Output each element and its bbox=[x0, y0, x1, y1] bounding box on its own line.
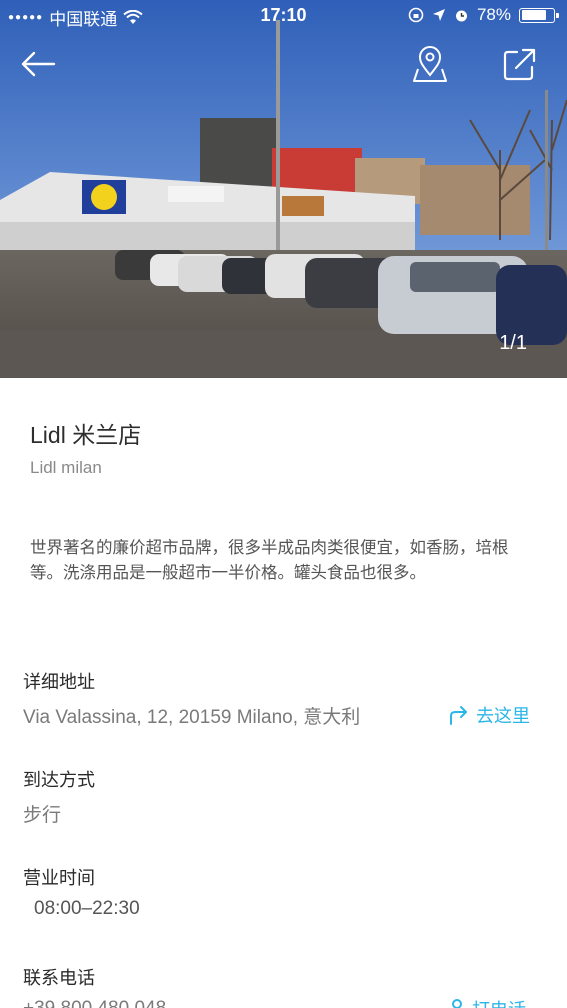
phone-label: 联系电话 bbox=[23, 968, 95, 988]
call-button[interactable]: 打电话 bbox=[448, 996, 526, 1008]
store-photo bbox=[0, 0, 567, 378]
battery-icon bbox=[519, 7, 559, 23]
hours-value: 08:00–22:30 bbox=[34, 898, 140, 919]
navigate-icon bbox=[450, 706, 467, 725]
location-arrow-icon bbox=[432, 9, 445, 21]
back-button[interactable] bbox=[16, 42, 60, 86]
battery-level bbox=[521, 10, 546, 20]
alarm-icon bbox=[455, 10, 467, 21]
hours-label: 营业时间 bbox=[23, 868, 95, 888]
status-bar: ●●●●● 中国联通 17:10 78% bbox=[0, 0, 567, 32]
status-right: 78% bbox=[408, 5, 559, 25]
navigate-button[interactable]: 去这里 bbox=[448, 702, 530, 728]
call-label: 打电话 bbox=[472, 996, 526, 1008]
transport-value: 步行 bbox=[23, 805, 62, 826]
navigate-label: 去这里 bbox=[476, 706, 530, 726]
map-pin-icon bbox=[413, 46, 447, 82]
place-subtitle: Lidl milan bbox=[30, 458, 102, 477]
phone-icon bbox=[452, 999, 462, 1008]
share-icon bbox=[503, 48, 536, 81]
address-label: 详细地址 bbox=[23, 672, 95, 692]
photo-counter: 1/1 bbox=[499, 332, 527, 354]
back-arrow-icon bbox=[21, 51, 56, 77]
map-button[interactable] bbox=[408, 42, 452, 86]
battery-percent: 78% bbox=[476, 5, 511, 24]
address-value[interactable]: Via Valassina, 12, 20159 Milano, 意大利 bbox=[23, 702, 360, 729]
share-button[interactable] bbox=[498, 42, 542, 86]
transport-label: 到达方式 bbox=[23, 770, 95, 790]
place-title: Lidl 米兰店 bbox=[30, 422, 142, 448]
lock-rotation-icon bbox=[408, 7, 424, 23]
place-description: 世界著名的廉价超市品牌，很多半成品肉类很便宜，如香肠，培根等。洗涤用品是一般超市… bbox=[30, 539, 509, 582]
phone-value[interactable]: +39 800 480 048 bbox=[23, 998, 166, 1008]
hero-photo[interactable]: ●●●●● 中国联通 17:10 78% 1/1 bbox=[0, 0, 567, 378]
